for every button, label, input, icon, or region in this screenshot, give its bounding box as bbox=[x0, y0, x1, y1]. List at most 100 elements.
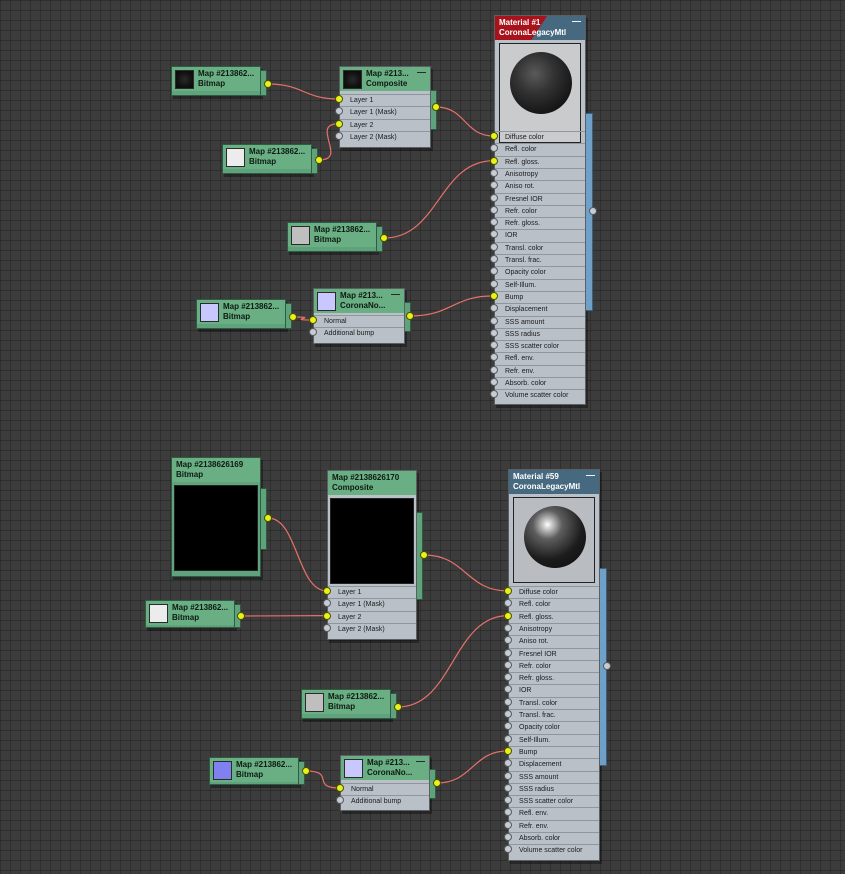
input-port[interactable] bbox=[504, 783, 512, 792]
input-slot[interactable]: SSS amount bbox=[495, 315, 585, 328]
input-slot[interactable]: Fresnel IOR bbox=[509, 647, 599, 660]
input-port[interactable] bbox=[336, 796, 344, 804]
input-port[interactable] bbox=[490, 205, 498, 214]
input-port[interactable] bbox=[490, 168, 498, 177]
input-slot[interactable]: Displacement bbox=[495, 303, 585, 315]
input-port[interactable] bbox=[335, 95, 343, 103]
input-slot[interactable]: Refl. env. bbox=[495, 352, 585, 364]
input-port[interactable] bbox=[490, 378, 498, 386]
input-port[interactable] bbox=[490, 156, 498, 165]
input-slot[interactable]: Aniso rot. bbox=[509, 635, 599, 647]
input-port[interactable] bbox=[490, 242, 498, 251]
output-port[interactable] bbox=[406, 312, 414, 320]
input-slot[interactable]: IOR bbox=[509, 684, 599, 696]
input-slot[interactable]: Additional bump bbox=[314, 327, 404, 339]
input-slot[interactable]: Absorb. color bbox=[509, 832, 599, 844]
input-slot[interactable]: Self-Illum. bbox=[509, 733, 599, 746]
input-slot[interactable]: Absorb. color bbox=[495, 377, 585, 389]
input-slot[interactable]: Diffuse color bbox=[509, 586, 599, 598]
input-port[interactable] bbox=[490, 279, 498, 288]
input-slot[interactable]: Opacity color bbox=[495, 266, 585, 278]
input-slot[interactable]: Refl. color bbox=[509, 598, 599, 610]
input-slot[interactable]: Aniso rot. bbox=[495, 180, 585, 192]
input-slot[interactable]: Transl. frac. bbox=[495, 254, 585, 266]
minimize-icon[interactable]: — bbox=[572, 16, 581, 26]
input-port[interactable] bbox=[504, 611, 512, 620]
top-material-node[interactable]: Material #1 CoronaLegacyMtl — Diffuse co… bbox=[494, 15, 586, 405]
minimize-icon[interactable]: — bbox=[417, 67, 426, 77]
input-slot[interactable]: SSS radius bbox=[495, 327, 585, 340]
input-port[interactable] bbox=[490, 255, 498, 263]
output-port[interactable] bbox=[433, 779, 441, 787]
input-port[interactable] bbox=[504, 660, 512, 669]
input-port[interactable] bbox=[490, 316, 498, 325]
input-slot[interactable]: Layer 2 (Mask) bbox=[328, 622, 416, 635]
input-slot[interactable]: Normal bbox=[314, 315, 404, 327]
input-port[interactable] bbox=[504, 746, 512, 755]
top-bitmap-a-node[interactable]: Map #213862... Bitmap bbox=[171, 66, 261, 96]
input-port[interactable] bbox=[504, 734, 512, 743]
bottom-normal-node[interactable]: Map #213... CoronaNo... — Normal Addition… bbox=[340, 755, 430, 811]
output-port[interactable] bbox=[264, 514, 272, 522]
input-slot[interactable]: Refl. gloss. bbox=[509, 610, 599, 623]
input-slot[interactable]: Refr. env. bbox=[495, 364, 585, 377]
output-port[interactable] bbox=[420, 551, 428, 559]
output-port[interactable] bbox=[289, 313, 297, 321]
bottom-material-node[interactable]: Material #59 CoronaLegacyMtl — Diffuse c… bbox=[508, 469, 600, 861]
output-port[interactable] bbox=[603, 662, 611, 670]
input-slot[interactable]: Displacement bbox=[509, 758, 599, 770]
input-slot[interactable]: Refr. gloss. bbox=[509, 672, 599, 684]
input-slot[interactable]: SSS radius bbox=[509, 782, 599, 795]
input-port[interactable] bbox=[323, 587, 331, 595]
top-composite-node[interactable]: Map #213... Composite — Layer 1 Layer 1 (… bbox=[339, 66, 431, 148]
input-slot[interactable]: Refl. color bbox=[495, 143, 585, 155]
input-slot[interactable]: Anisotropy bbox=[509, 622, 599, 635]
input-slot[interactable]: Layer 1 bbox=[328, 586, 416, 598]
input-port[interactable] bbox=[323, 623, 331, 632]
input-port[interactable] bbox=[490, 132, 498, 140]
input-slot[interactable]: Bump bbox=[495, 290, 585, 303]
output-port[interactable] bbox=[302, 767, 310, 775]
output-port[interactable] bbox=[394, 703, 402, 711]
top-bitmap-d-node[interactable]: Map #213862... Bitmap bbox=[196, 299, 286, 329]
input-slot[interactable]: Self-Illum. bbox=[495, 278, 585, 291]
input-slot[interactable]: Fresnel IOR bbox=[495, 192, 585, 205]
input-slot[interactable]: Bump bbox=[509, 745, 599, 758]
input-slot[interactable]: Transl. color bbox=[509, 696, 599, 709]
input-port[interactable] bbox=[504, 623, 512, 632]
top-bitmap-c-node[interactable]: Map #213862... Bitmap bbox=[287, 222, 377, 252]
input-slot[interactable]: Refr. color bbox=[495, 204, 585, 217]
input-slot[interactable]: Refr. gloss. bbox=[495, 217, 585, 229]
bottom-bitmap-b-node[interactable]: Map #213862... Bitmap bbox=[145, 600, 235, 628]
input-port[interactable] bbox=[504, 771, 512, 780]
output-port[interactable] bbox=[315, 156, 323, 164]
output-port[interactable] bbox=[264, 80, 272, 88]
input-slot[interactable]: Volume scatter color bbox=[509, 844, 599, 856]
input-port[interactable] bbox=[504, 710, 512, 718]
input-port[interactable] bbox=[336, 784, 344, 792]
input-slot[interactable]: SSS scatter color bbox=[509, 795, 599, 807]
bottom-bitmap-c-node[interactable]: Map #213862... Bitmap bbox=[301, 689, 391, 719]
input-port[interactable] bbox=[504, 820, 512, 829]
input-port[interactable] bbox=[504, 587, 512, 595]
input-port[interactable] bbox=[335, 131, 343, 140]
input-slot[interactable]: Refl. env. bbox=[509, 807, 599, 819]
bottom-composite-node[interactable]: Map #2138626170 Composite Layer 1 Layer 1… bbox=[327, 470, 417, 640]
input-port[interactable] bbox=[323, 611, 331, 620]
input-slot[interactable]: Opacity color bbox=[509, 721, 599, 733]
input-slot[interactable]: Diffuse color bbox=[495, 131, 585, 143]
input-port[interactable] bbox=[490, 193, 498, 202]
input-slot[interactable]: Layer 2 bbox=[328, 610, 416, 623]
input-port[interactable] bbox=[309, 328, 317, 336]
input-slot[interactable]: Refr. env. bbox=[509, 819, 599, 832]
input-slot[interactable]: Refl. gloss. bbox=[495, 155, 585, 168]
minimize-icon[interactable]: — bbox=[416, 756, 425, 766]
input-slot[interactable]: Layer 1 (Mask) bbox=[328, 598, 416, 610]
bottom-bitmap-a-node[interactable]: Map #2138626169 Bitmap bbox=[171, 457, 261, 577]
input-port[interactable] bbox=[335, 119, 343, 128]
input-slot[interactable]: SSS amount bbox=[509, 770, 599, 783]
input-slot[interactable]: Layer 2 bbox=[340, 118, 430, 131]
input-port[interactable] bbox=[504, 833, 512, 841]
input-slot[interactable]: Refr. color bbox=[509, 659, 599, 672]
input-port[interactable] bbox=[490, 291, 498, 300]
